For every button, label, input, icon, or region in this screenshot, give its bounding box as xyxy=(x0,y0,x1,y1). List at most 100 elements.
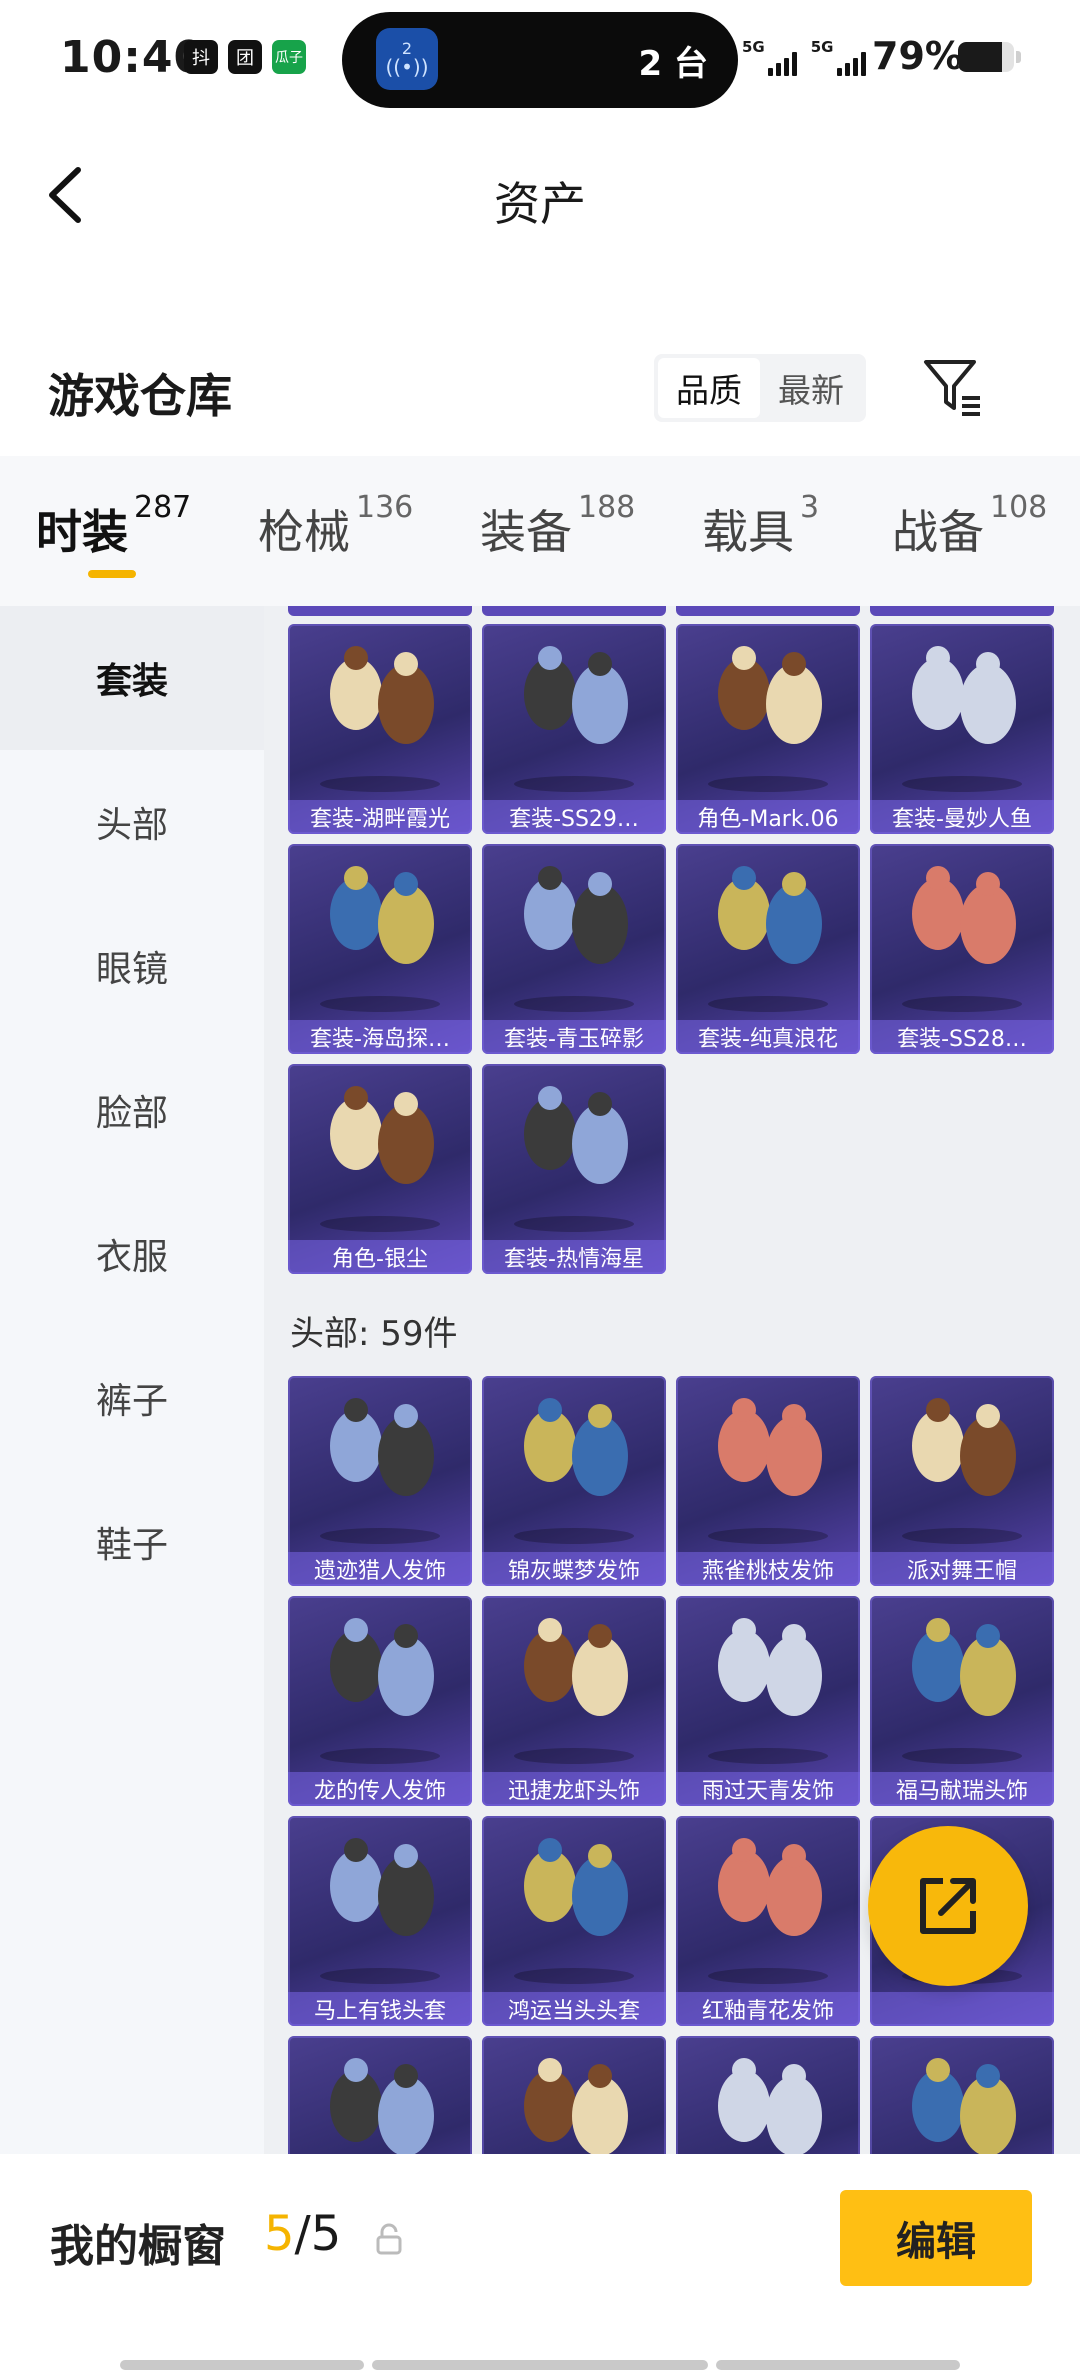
item-card[interactable]: 套装-青玉碎影 xyxy=(482,844,666,1054)
item-card[interactable]: 套装-热情海星 xyxy=(482,1064,666,1274)
home-indicator xyxy=(372,2360,708,2370)
sidebar-item-shoes[interactable]: 鞋子 xyxy=(0,1470,264,1614)
item-image xyxy=(330,2058,434,2154)
item-card[interactable]: 套装-海岛探… xyxy=(288,844,472,1054)
item-card[interactable] xyxy=(288,2036,472,2154)
showcase-current: 5 xyxy=(264,2206,295,2262)
item-name xyxy=(870,1992,1054,2026)
sidebar-item-suits[interactable]: 套装 xyxy=(0,606,264,750)
item-image xyxy=(902,866,1022,1012)
item-card[interactable]: 马上有钱头套 xyxy=(288,1816,472,2026)
network-type-2: 5G xyxy=(810,38,834,56)
head-items-grid: 遗迹猎人发饰 锦灰蝶梦发饰 燕雀桃枝发饰 派对舞王帽龙的传人发饰 迅捷龙虾头饰 雨过天青发… xyxy=(288,1376,1054,2154)
item-name: 迅捷龙虾头饰 xyxy=(482,1772,666,1806)
item-card[interactable]: 鸿运当头头套 xyxy=(482,1816,666,2026)
tab-label: 载具 xyxy=(702,505,794,559)
item-name: 锦灰蝶梦发饰 xyxy=(482,1552,666,1586)
item-card[interactable]: 套装-SS28… xyxy=(870,844,1054,1054)
sidebar-item-pants[interactable]: 裤子 xyxy=(0,1326,264,1470)
sort-quality-button[interactable]: 品质 xyxy=(658,358,760,418)
head-group-label: 头部: 59件 xyxy=(290,1314,458,1354)
item-card[interactable]: 遗迹猎人发饰 xyxy=(288,1376,472,1586)
item-name: 套装-湖畔霞光 xyxy=(288,800,472,834)
tab-supplies[interactable]: 战备 108 xyxy=(892,490,1047,562)
item-image xyxy=(320,866,440,1012)
item-name: 雨过天青发饰 xyxy=(676,1772,860,1806)
item-card[interactable]: 套装-湖畔霞光 xyxy=(288,624,472,834)
item-image xyxy=(902,1618,1022,1764)
tab-count: 136 xyxy=(356,490,414,525)
item-image xyxy=(320,1838,440,1984)
home-indicator xyxy=(120,2360,364,2370)
item-name: 套装-海岛探… xyxy=(288,1020,472,1054)
item-name: 鸿运当头头套 xyxy=(482,1992,666,2026)
item-card[interactable]: 套装-曼妙人鱼 xyxy=(870,624,1054,834)
showcase-total: 5 xyxy=(310,2206,342,2262)
sidebar-item-glasses[interactable]: 眼镜 xyxy=(0,894,264,1038)
tab-equipment[interactable]: 装备 188 xyxy=(480,490,635,562)
showcase-count: 5/5 xyxy=(264,2206,341,2262)
item-card[interactable] xyxy=(676,2036,860,2154)
network-indicators: 5G 5G xyxy=(742,38,866,76)
item-image xyxy=(514,646,634,792)
tab-label: 时装 xyxy=(36,505,128,559)
item-name: 遗迹猎人发饰 xyxy=(288,1552,472,1586)
island-text: 2 台 xyxy=(638,44,709,84)
network-type-1: 5G xyxy=(742,38,765,56)
tab-fashion[interactable]: 时装 287 xyxy=(36,490,191,562)
tab-count: 108 xyxy=(990,490,1048,525)
sidebar-item-clothes[interactable]: 衣服 xyxy=(0,1182,264,1326)
sort-toggle: 品质 最新 xyxy=(654,354,866,422)
item-card[interactable]: 燕雀桃枝发饰 xyxy=(676,1376,860,1586)
sidebar-item-head[interactable]: 头部 xyxy=(0,750,264,894)
tab-label: 战备 xyxy=(892,505,984,559)
item-image xyxy=(514,1838,634,1984)
tiktok-icon: 抖 xyxy=(184,40,218,74)
item-image xyxy=(320,1086,440,1232)
item-card[interactable]: 福马献瑞头饰 xyxy=(870,1596,1054,1806)
signal-icon: 5G xyxy=(742,38,797,76)
item-card[interactable]: 红釉青花发饰 xyxy=(676,1816,860,2026)
share-button[interactable] xyxy=(868,1826,1028,1986)
edit-button[interactable]: 编辑 xyxy=(840,2190,1032,2286)
tab-vehicles[interactable]: 载具 3 xyxy=(702,490,819,562)
battery-icon xyxy=(958,42,1014,72)
item-name: 燕雀桃枝发饰 xyxy=(676,1552,860,1586)
item-name: 角色-银尘 xyxy=(288,1240,472,1274)
share-icon xyxy=(920,1878,976,1934)
item-card[interactable]: 迅捷龙虾头饰 xyxy=(482,1596,666,1806)
warehouse-title: 游戏仓库 xyxy=(48,369,232,423)
dynamic-island[interactable]: 2 ((•)) 2 台 xyxy=(342,12,738,108)
item-image xyxy=(514,1398,634,1544)
item-card[interactable] xyxy=(870,2036,1054,2154)
meituan-icon: 团 xyxy=(228,40,262,74)
item-image xyxy=(320,646,440,792)
item-card[interactable]: 套装-纯真浪花 xyxy=(676,844,860,1054)
item-name: 套装-曼妙人鱼 xyxy=(870,800,1054,834)
item-card[interactable]: 派对舞王帽 xyxy=(870,1376,1054,1586)
item-image xyxy=(708,646,828,792)
category-tabs: 时装 287 枪械 136 装备 188 载具 3 战备 108 xyxy=(0,456,1080,606)
signal-icon: 5G xyxy=(811,38,866,76)
item-image xyxy=(708,1398,828,1544)
tab-count: 3 xyxy=(800,490,820,525)
tab-label: 枪械 xyxy=(258,505,350,559)
filter-button[interactable] xyxy=(920,354,984,418)
item-image xyxy=(912,2058,1016,2154)
item-card[interactable]: 套装-SS29… xyxy=(482,624,666,834)
item-card[interactable]: 雨过天青发饰 xyxy=(676,1596,860,1806)
item-card[interactable]: 角色-银尘 xyxy=(288,1064,472,1274)
item-image xyxy=(902,646,1022,792)
suits-grid: 套装-湖畔霞光 套装-SS29… 角色-Mark.06 套装-曼妙人鱼套装-海岛探… 套… xyxy=(288,624,1054,1274)
item-name: 龙的传人发饰 xyxy=(288,1772,472,1806)
sort-latest-button[interactable]: 最新 xyxy=(760,358,862,418)
item-card[interactable]: 锦灰蝶梦发饰 xyxy=(482,1376,666,1586)
item-image xyxy=(320,1398,440,1544)
sidebar-item-face[interactable]: 脸部 xyxy=(0,1038,264,1182)
page-title: 资产 xyxy=(494,177,586,231)
item-image xyxy=(524,2058,628,2154)
item-card[interactable]: 龙的传人发饰 xyxy=(288,1596,472,1806)
item-card[interactable]: 角色-Mark.06 xyxy=(676,624,860,834)
item-card[interactable] xyxy=(482,2036,666,2154)
tab-guns[interactable]: 枪械 136 xyxy=(258,490,413,562)
